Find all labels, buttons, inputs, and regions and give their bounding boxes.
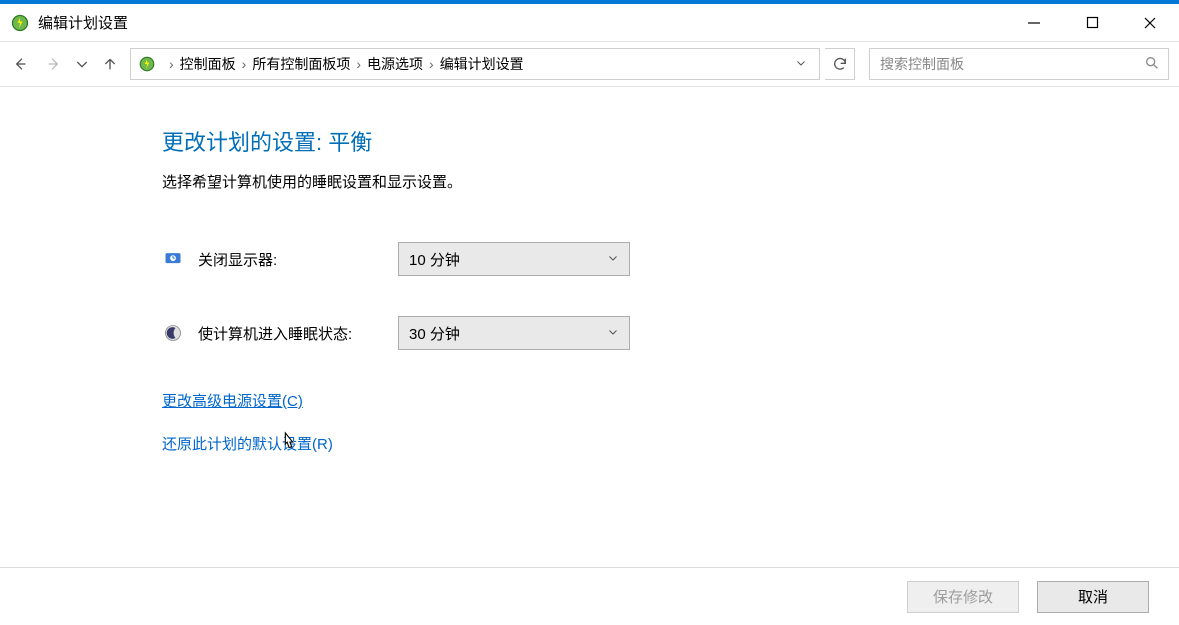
breadcrumb-sep: ›	[425, 56, 438, 72]
breadcrumb[interactable]: › 控制面板 › 所有控制面板项 › 电源选项 › 编辑计划设置	[130, 48, 820, 80]
minimize-button[interactable]	[1005, 4, 1063, 41]
breadcrumb-item[interactable]: 控制面板	[180, 54, 236, 74]
sleep-icon	[162, 322, 184, 344]
setting-row-display-off: 关闭显示器: 10 分钟	[162, 242, 1179, 276]
setting-row-sleep: 使计算机进入睡眠状态: 30 分钟	[162, 316, 1179, 350]
page-subtext: 选择希望计算机使用的睡眠设置和显示设置。	[162, 171, 1179, 192]
breadcrumb-sep: ›	[352, 56, 365, 72]
title-bar: 编辑计划设置	[0, 4, 1179, 42]
breadcrumb-sep: ›	[165, 56, 178, 72]
chevron-down-icon	[607, 325, 619, 342]
up-button[interactable]	[96, 50, 124, 78]
footer: 保存修改 取消	[0, 567, 1179, 625]
back-button[interactable]	[6, 50, 34, 78]
display-off-value: 10 分钟	[409, 249, 460, 270]
sleep-select[interactable]: 30 分钟	[398, 316, 630, 350]
power-icon	[137, 54, 157, 74]
maximize-button[interactable]	[1063, 4, 1121, 41]
cancel-button[interactable]: 取消	[1037, 581, 1149, 613]
chevron-down-icon[interactable]	[795, 56, 813, 72]
refresh-button[interactable]	[825, 48, 855, 80]
chevron-down-icon	[607, 251, 619, 268]
recent-dropdown[interactable]	[74, 50, 90, 78]
power-icon	[10, 13, 30, 33]
sleep-label: 使计算机进入睡眠状态:	[198, 323, 398, 344]
breadcrumb-item[interactable]: 编辑计划设置	[440, 54, 524, 74]
breadcrumb-item[interactable]: 电源选项	[367, 54, 423, 74]
sleep-value: 30 分钟	[409, 323, 460, 344]
breadcrumb-sep: ›	[238, 56, 251, 72]
search-input[interactable]	[878, 55, 1144, 73]
close-button[interactable]	[1121, 4, 1179, 41]
advanced-power-link[interactable]: 更改高级电源设置(C)	[162, 390, 303, 411]
window-title: 编辑计划设置	[38, 12, 128, 33]
display-off-icon	[162, 248, 184, 270]
page-heading: 更改计划的设置: 平衡	[162, 125, 1179, 157]
save-button: 保存修改	[907, 581, 1019, 613]
forward-button[interactable]	[40, 50, 68, 78]
display-off-label: 关闭显示器:	[198, 249, 398, 270]
display-off-select[interactable]: 10 分钟	[398, 242, 630, 276]
restore-defaults-link[interactable]: 还原此计划的默认设置(R)	[162, 433, 333, 454]
search-icon[interactable]	[1144, 55, 1160, 74]
content-area: 更改计划的设置: 平衡 选择希望计算机使用的睡眠设置和显示设置。 关闭显示器: …	[0, 87, 1179, 567]
nav-bar: › 控制面板 › 所有控制面板项 › 电源选项 › 编辑计划设置	[0, 42, 1179, 87]
breadcrumb-item[interactable]: 所有控制面板项	[252, 54, 350, 74]
search-box[interactable]	[869, 48, 1169, 80]
